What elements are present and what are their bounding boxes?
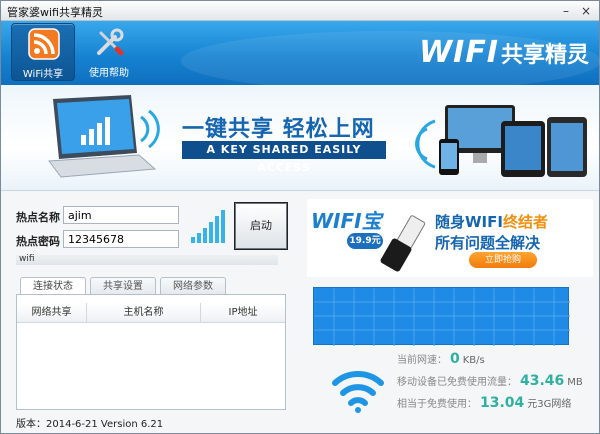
ad-headline: 随身WIFI终结者 — [435, 211, 548, 232]
header: WiFi共享 使用帮助 WIFI共享精灵 — [1, 21, 600, 91]
traffic-graph — [313, 287, 570, 346]
current-speed-unit: KB/s — [462, 355, 485, 366]
network-name-bar: wifi — [16, 254, 278, 265]
close-button[interactable]: × — [579, 4, 593, 18]
tab-share-settings[interactable]: 共享设置 — [90, 277, 156, 295]
free-traffic-value: 43.46 — [520, 373, 565, 389]
column-header-share[interactable]: 网络共享 — [17, 303, 87, 323]
app-window: 管家婆wifi共享精灵 – × WiFi共享 使用帮助 WIFI共享精灵 一键共… — [0, 0, 600, 434]
ad-headline-a: 随身WIFI — [435, 213, 503, 231]
banner-slogan: 一键共享 轻松上网 — [182, 117, 375, 142]
current-speed-value: 0 — [450, 351, 460, 367]
nav-help-label: 使用帮助 — [89, 68, 129, 79]
equivalent-cost-unit: 元3G网络 — [527, 399, 572, 410]
connection-table: 网络共享 主机名称 IP地址 — [16, 294, 286, 410]
current-speed-label: 当前网速： — [397, 355, 447, 366]
nav-help[interactable]: 使用帮助 — [77, 23, 141, 81]
window-title: 管家婆wifi共享精灵 — [7, 6, 103, 19]
free-traffic-unit: MB — [567, 377, 583, 388]
ssid-input[interactable] — [63, 206, 179, 224]
traffic-graph-grid — [314, 288, 570, 346]
equivalent-cost-value: 13.04 — [480, 395, 525, 411]
nav-wifi-share[interactable]: WiFi共享 — [11, 23, 75, 81]
usb-dongle-icon — [380, 215, 426, 272]
signal-strength-icon — [191, 210, 225, 243]
password-label: 热点密码 — [16, 235, 60, 248]
equivalent-cost-label: 相当于免费使用： — [397, 399, 477, 410]
buy-now-button[interactable]: 立即抢购 — [469, 252, 537, 268]
column-header-hostname[interactable]: 主机名称 — [87, 303, 201, 323]
network-name-text: wifi — [19, 254, 35, 264]
ad-logo: WIFI宝 — [311, 209, 382, 233]
brand-name: 共享精灵 — [500, 43, 589, 68]
free-traffic-label: 移动设备已免费使用流量： — [397, 377, 517, 388]
equivalent-cost-row: 相当于免费使用： 13.04 元3G网络 — [397, 395, 571, 411]
devices-illustration — [415, 105, 587, 177]
ssid-label: 热点名称 — [16, 211, 60, 224]
rss-icon — [28, 28, 60, 60]
wifi-icon — [332, 371, 384, 413]
brand-wifi: WIFI — [419, 35, 499, 70]
title-bar: 管家婆wifi共享精灵 – × — [1, 1, 599, 21]
start-button[interactable]: 启动 — [234, 202, 288, 250]
tools-icon — [97, 28, 124, 56]
banner-slogan-en: A KEY SHARED EASILY ACCESS — [182, 141, 386, 174]
free-traffic-row: 移动设备已免费使用流量： 43.46 MB — [397, 373, 583, 389]
nav-wifi-share-label: WiFi共享 — [22, 69, 64, 80]
password-input[interactable] — [63, 230, 179, 248]
tab-connection-status[interactable]: 连接状态 — [20, 277, 86, 295]
current-speed-row: 当前网速： 0 KB/s — [397, 351, 485, 367]
tab-network-params[interactable]: 网络参数 — [160, 277, 226, 295]
ad-banner[interactable]: WIFI宝 19.9元 随身WIFI终结者 所有问题全解决 立即抢购 — [307, 199, 593, 277]
version-label: 版本：2014-6-21 Version 6.21 — [16, 419, 164, 430]
banner: 一键共享 轻松上网 A KEY SHARED EASILY ACCESS — [1, 85, 599, 191]
minimize-button[interactable]: – — [559, 4, 573, 18]
column-header-ip[interactable]: IP地址 — [201, 303, 285, 323]
ad-headline-b: 终结者 — [502, 213, 548, 231]
brand-logo: WIFI共享精灵 — [419, 35, 589, 70]
laptop-illustration — [48, 95, 160, 178]
ad-subline: 所有问题全解决 — [435, 234, 541, 252]
